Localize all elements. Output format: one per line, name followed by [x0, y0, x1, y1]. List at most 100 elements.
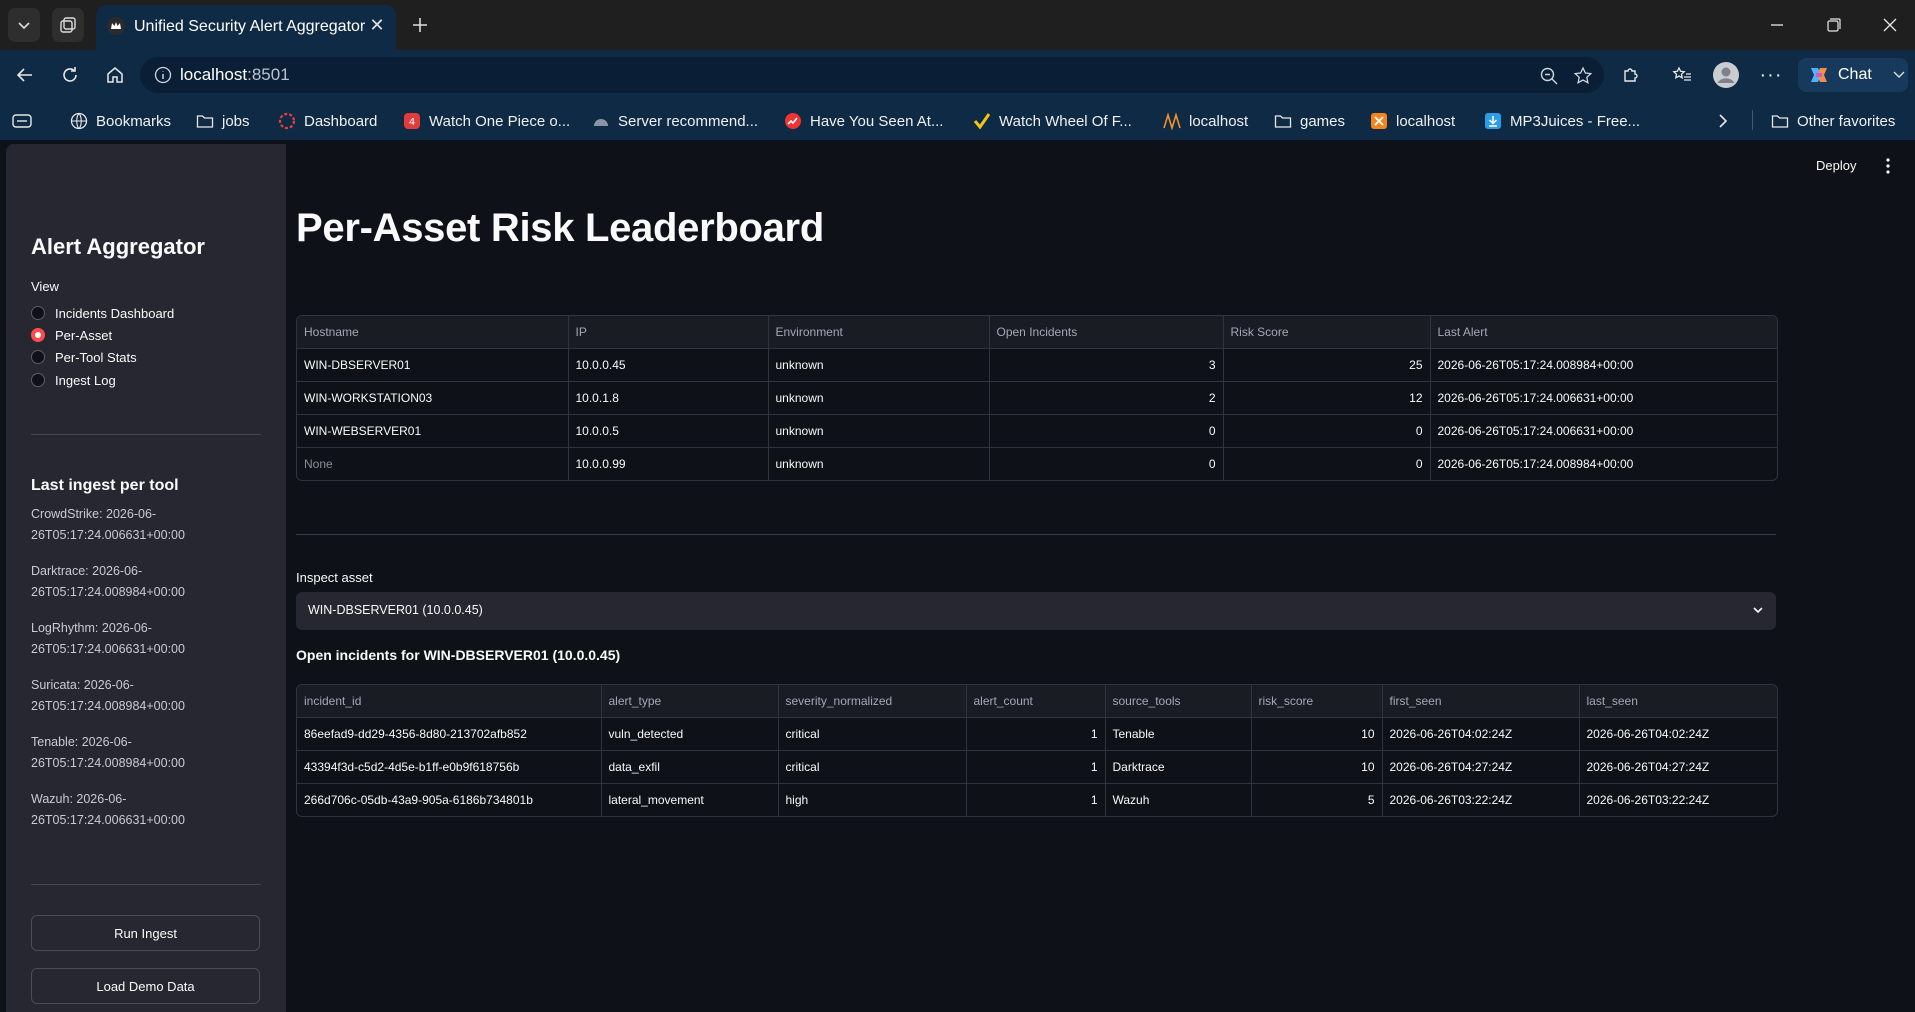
more-menu-button[interactable]: ···	[1756, 61, 1786, 89]
table-cell[interactable]: 2026-06-26T04:27:24Z	[1579, 750, 1777, 784]
bookmark-item[interactable]: Have You Seen At...	[784, 110, 943, 132]
table-cell[interactable]: 2026-06-26T05:17:24.008984+00:00	[1430, 448, 1777, 481]
table-cell[interactable]: critical	[778, 750, 967, 784]
table-cell-null[interactable]: None	[297, 447, 569, 480]
extensions-button[interactable]	[1616, 61, 1646, 89]
load-demo-data-button[interactable]: Load Demo Data	[31, 968, 260, 1004]
reading-view-button[interactable]	[12, 110, 32, 132]
table-row[interactable]: WIN-DBSERVER01 10.0.0.45 unknown 3 25 20…	[297, 348, 1777, 382]
new-tab-button[interactable]	[404, 10, 436, 40]
deploy-button[interactable]: Deploy	[1816, 158, 1856, 173]
bookmarks-overflow-button[interactable]	[1716, 110, 1730, 132]
table-cell[interactable]: 43394f3d-c5d2-4d5e-b1ff-e0b9f618756b	[297, 750, 602, 784]
table-cell[interactable]: unknown	[768, 447, 990, 480]
profile-button[interactable]	[1711, 61, 1741, 89]
table-cell[interactable]: 2026-06-26T04:02:24Z	[1382, 717, 1580, 751]
back-button[interactable]	[10, 61, 40, 89]
table-cell[interactable]: 1	[966, 783, 1106, 816]
favorite-star-icon[interactable]	[1572, 65, 1594, 87]
active-tab[interactable]: Unified Security Alert Aggregator ✕	[96, 5, 396, 50]
table-cell[interactable]: 2026-06-26T05:17:24.006631+00:00	[1430, 381, 1777, 415]
leaderboard-table[interactable]: Hostname IP Environment Open Incidents R…	[296, 315, 1778, 481]
favorites-button[interactable]	[1667, 61, 1697, 89]
bookmark-item[interactable]: jobs	[196, 110, 250, 132]
table-cell[interactable]: 10	[1251, 717, 1383, 751]
main-menu-button[interactable]	[1881, 156, 1895, 176]
table-cell[interactable]: WIN-DBSERVER01	[297, 348, 569, 382]
column-header[interactable]: IP	[568, 316, 769, 349]
column-header[interactable]: last_seen	[1579, 685, 1777, 718]
table-cell[interactable]: WIN-WEBSERVER01	[297, 414, 569, 448]
radio-incidents-dashboard[interactable]: Incidents Dashboard	[31, 304, 174, 322]
table-cell[interactable]: Tenable	[1105, 717, 1252, 751]
radio-per-asset[interactable]: Per-Asset	[31, 326, 112, 344]
zoom-icon[interactable]	[1538, 65, 1560, 87]
table-row[interactable]: 86eefad9-dd29-4356-8d80-213702afb852 vul…	[297, 717, 1777, 751]
column-header[interactable]: Environment	[768, 316, 990, 349]
table-cell[interactable]: unknown	[768, 414, 990, 448]
column-header[interactable]: Risk Score	[1223, 316, 1431, 349]
table-cell[interactable]: 2	[989, 381, 1224, 415]
workspaces-button[interactable]	[52, 8, 84, 42]
column-header[interactable]: risk_score	[1251, 685, 1383, 718]
table-cell[interactable]: 0	[1223, 447, 1431, 480]
table-cell[interactable]: 2026-06-26T05:17:24.008984+00:00	[1430, 348, 1777, 382]
column-header[interactable]: Hostname	[297, 316, 569, 349]
incidents-table[interactable]: incident_id alert_type severity_normaliz…	[296, 684, 1778, 817]
table-cell[interactable]: data_exfil	[601, 750, 779, 784]
table-cell[interactable]: 10.0.0.99	[568, 447, 769, 480]
bookmark-item[interactable]: MP3Juices - Free...	[1484, 110, 1640, 132]
table-cell[interactable]: unknown	[768, 348, 990, 382]
column-header[interactable]: Last Alert	[1430, 316, 1777, 349]
bookmark-item[interactable]: Server recommend...	[592, 110, 758, 132]
table-cell[interactable]: 2026-06-26T04:02:24Z	[1579, 717, 1777, 751]
table-row[interactable]: 43394f3d-c5d2-4d5e-b1ff-e0b9f618756b dat…	[297, 750, 1777, 784]
address-bar[interactable]: localhost:8501	[140, 57, 1604, 93]
radio-per-tool-stats[interactable]: Per-Tool Stats	[31, 348, 137, 366]
column-header[interactable]: alert_count	[966, 685, 1106, 718]
home-button[interactable]	[100, 61, 130, 89]
table-cell[interactable]: Wazuh	[1105, 783, 1252, 816]
restore-button[interactable]	[1814, 10, 1854, 40]
table-cell[interactable]: 10	[1251, 750, 1383, 784]
table-row[interactable]: WIN-WORKSTATION03 10.0.1.8 unknown 2 12 …	[297, 381, 1777, 415]
table-cell[interactable]: 0	[989, 447, 1224, 480]
bookmark-item[interactable]: localhost	[1163, 110, 1248, 132]
column-header[interactable]: severity_normalized	[778, 685, 967, 718]
close-tab-icon[interactable]: ✕	[366, 14, 388, 36]
table-cell[interactable]: 0	[1223, 414, 1431, 448]
table-row[interactable]: 266d706c-05db-43a9-905a-6186b734801b lat…	[297, 783, 1777, 817]
bookmark-item[interactable]: Dashboard	[278, 110, 377, 132]
table-cell[interactable]: 25	[1223, 348, 1431, 382]
column-header[interactable]: alert_type	[601, 685, 779, 718]
table-cell[interactable]: vuln_detected	[601, 717, 779, 751]
table-cell[interactable]: 5	[1251, 783, 1383, 816]
copilot-chat-button[interactable]: Chat	[1798, 58, 1908, 92]
table-cell[interactable]: 3	[989, 348, 1224, 382]
table-cell[interactable]: 1	[966, 717, 1106, 751]
radio-ingest-log[interactable]: Ingest Log	[31, 371, 116, 389]
bookmark-item[interactable]: Bookmarks	[70, 110, 171, 132]
table-cell[interactable]: 2026-06-26T03:22:24Z	[1382, 783, 1580, 816]
table-cell[interactable]: Darktrace	[1105, 750, 1252, 784]
close-window-button[interactable]	[1870, 10, 1910, 40]
bookmark-item[interactable]: localhost	[1370, 110, 1455, 132]
column-header[interactable]: first_seen	[1382, 685, 1580, 718]
table-cell[interactable]: 0	[989, 414, 1224, 448]
table-row[interactable]: WIN-WEBSERVER01 10.0.0.5 unknown 0 0 202…	[297, 414, 1777, 448]
tab-list-dropdown-button[interactable]	[8, 8, 40, 42]
bookmark-item[interactable]: games	[1274, 110, 1345, 132]
table-cell[interactable]: 1	[966, 750, 1106, 784]
table-cell[interactable]: 10.0.1.8	[568, 381, 769, 415]
table-cell[interactable]: 12	[1223, 381, 1431, 415]
table-cell[interactable]: 2026-06-26T03:22:24Z	[1579, 784, 1777, 817]
table-cell[interactable]: WIN-WORKSTATION03	[297, 381, 569, 415]
table-cell[interactable]: 2026-06-26T05:17:24.006631+00:00	[1430, 414, 1777, 448]
table-cell[interactable]: critical	[778, 717, 967, 751]
table-row[interactable]: None 10.0.0.99 unknown 0 0 2026-06-26T05…	[297, 447, 1777, 481]
other-favorites-folder[interactable]: Other favorites	[1771, 110, 1895, 132]
table-cell[interactable]: unknown	[768, 381, 990, 415]
bookmark-item[interactable]: Watch Wheel Of F...	[973, 110, 1132, 132]
column-header[interactable]: source_tools	[1105, 685, 1252, 718]
reload-button[interactable]	[55, 61, 85, 89]
